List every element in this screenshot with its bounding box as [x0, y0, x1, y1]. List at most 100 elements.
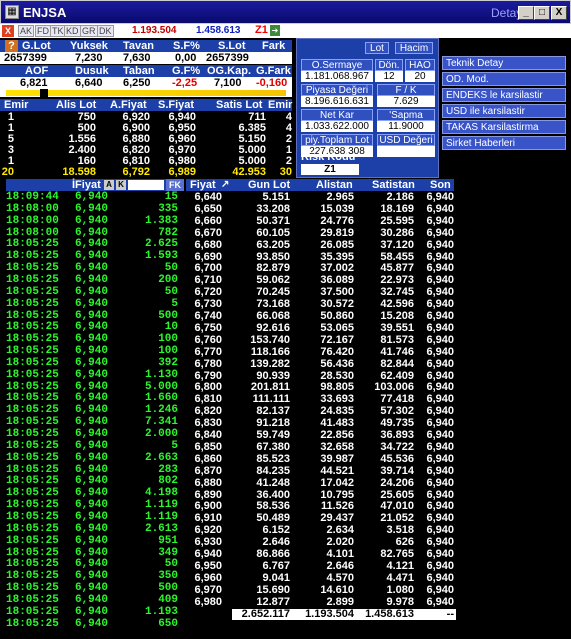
filter-input[interactable] — [128, 180, 164, 190]
depth-row[interactable]: 6,970 15.690 14.610 1.080 6,940 — [190, 584, 456, 597]
trade-row[interactable]: 18:05:25 6,940 650 — [6, 618, 182, 631]
close-button[interactable]: X — [551, 6, 567, 20]
trade-row[interactable]: 18:05:25 6,940 1.593 — [6, 251, 182, 263]
title-bar[interactable]: ▦ ENJSA Detay _ □ X — [0, 0, 571, 24]
trade-row[interactable]: 18:05:25 6,940 1.130 — [6, 369, 182, 382]
minimize-button[interactable]: _ — [518, 6, 534, 20]
depth-row[interactable]: 6,910 50.489 29.437 21.052 6,940 — [190, 513, 456, 525]
tab-fd[interactable]: FD — [35, 25, 51, 37]
depth-row[interactable]: 6,830 91.218 41.483 49.735 6,940 — [190, 418, 456, 430]
sort-a-button[interactable]: A — [104, 180, 114, 190]
depth-row[interactable]: 6,790 90.939 28.530 62.409 6,940 — [190, 370, 456, 383]
depth-row[interactable]: 6,840 59.749 22.856 36.893 6,940 — [190, 430, 456, 442]
order-book-total-row[interactable]: 20 18.598 6,792 6,989 42.953 30 — [0, 167, 292, 178]
trade-row[interactable]: 18:05:25 6,940 500 — [6, 310, 182, 323]
depth-row[interactable]: 6,980 12.877 2.899 9.978 6,940 — [190, 596, 456, 609]
depth-row[interactable]: 6,720 70.245 37.500 32.745 6,940 — [190, 287, 456, 299]
hacim-button[interactable]: Hacim — [395, 42, 433, 54]
depth-row[interactable]: 6,770 118.166 76.420 41.746 6,940 — [190, 346, 456, 359]
depth-row[interactable]: 6,850 67.380 32.658 34.722 6,940 — [190, 441, 456, 454]
trade-row[interactable]: 18:05:25 6,940 350 — [6, 571, 182, 583]
depth-row[interactable]: 6,800 201.811 98.805 103.006 6,940 — [190, 382, 456, 394]
app-icon[interactable]: ▦ — [5, 5, 19, 19]
menu-od-mod[interactable]: OD. Mod. — [442, 72, 566, 86]
trade-row[interactable]: 18:05:25 6,940 5.000 — [6, 381, 182, 394]
trade-row[interactable]: 18:05:25 6,940 100 — [6, 334, 182, 346]
depth-row[interactable]: 6,730 73.168 30.572 42.596 6,940 — [190, 299, 456, 311]
depth-row[interactable]: 6,700 82.879 37.002 45.877 6,940 — [190, 263, 456, 275]
trade-row[interactable]: 18:05:25 6,940 1.660 — [6, 393, 182, 405]
help-icon[interactable]: ? — [5, 40, 18, 52]
arrow-right-icon[interactable]: ➜ — [270, 25, 280, 36]
trade-row[interactable]: 18:05:25 6,940 2.613 — [6, 523, 182, 536]
trade-row[interactable]: 18:09:44 6,940 15 — [6, 192, 182, 204]
trade-row[interactable]: 18:05:25 6,940 951 — [6, 535, 182, 548]
depth-row[interactable]: 6,670 60.105 29.819 30.286 6,940 — [190, 227, 456, 240]
depth-row[interactable]: 6,900 58.536 11.526 47.010 6,940 — [190, 501, 456, 513]
depth-row[interactable]: 6,750 92.616 53.065 39.551 6,940 — [190, 322, 456, 335]
depth-row[interactable]: 6,650 33.208 15.039 18.169 6,940 — [190, 203, 456, 216]
tab-ak[interactable]: AK — [18, 25, 35, 37]
depth-row[interactable]: 6,870 84.235 44.521 39.714 6,940 — [190, 465, 456, 478]
menu-usd-karsilastir[interactable]: USD ile karsilastir — [442, 104, 566, 118]
fk-button[interactable]: FK — [166, 179, 184, 191]
depth-row[interactable]: 6,660 50.371 24.776 25.595 6,940 — [190, 215, 456, 228]
lot-button[interactable]: Lot — [365, 42, 389, 54]
trade-row[interactable]: 18:05:25 6,940 50 — [6, 559, 182, 571]
depth-row[interactable]: 6,880 41.248 17.042 24.206 6,940 — [190, 477, 456, 490]
depth-row[interactable]: 6,960 9.041 4.570 4.471 6,940 — [190, 572, 456, 585]
depth-row[interactable]: 6,780 139.282 56.436 82.844 6,940 — [190, 358, 456, 371]
trade-row[interactable]: 18:05:25 6,940 5 — [6, 440, 182, 453]
trade-row[interactable]: 18:05:25 6,940 4.198 — [6, 488, 182, 500]
close-icon[interactable]: X — [2, 25, 14, 37]
depth-row[interactable]: 6,890 36.400 10.795 25.605 6,940 — [190, 489, 456, 502]
depth-row[interactable]: 6,950 6.767 2.646 4.121 6,940 — [190, 560, 456, 573]
trade-row[interactable]: 18:05:25 6,940 802 — [6, 476, 182, 488]
depth-row[interactable]: 6,740 66.068 50.860 15.208 6,940 — [190, 311, 456, 323]
trade-row[interactable]: 18:05:25 6,940 1.119 — [6, 500, 182, 512]
trade-row[interactable]: 18:05:25 6,940 50 — [6, 286, 182, 299]
trade-row[interactable]: 18:05:25 6,940 50 — [6, 263, 182, 275]
trade-row[interactable]: 18:08:00 6,940 335 — [6, 203, 182, 216]
depth-row[interactable]: 6,920 6.152 2.634 3.518 6,940 — [190, 525, 456, 537]
tab-kd[interactable]: KD — [64, 25, 81, 37]
depth-row[interactable]: 6,820 82.137 24.835 57.302 6,940 — [190, 406, 456, 418]
menu-takas-karsilastirma[interactable]: TAKAS Karsilastirma — [442, 120, 566, 134]
trade-row[interactable]: 18:05:25 6,940 2.663 — [6, 452, 182, 465]
trade-row[interactable]: 18:05:25 6,940 1.193 — [6, 606, 182, 619]
depth-row[interactable]: 6,930 2.646 2.020 626 6,940 — [190, 537, 456, 549]
depth-row[interactable]: 6,760 153.740 72.167 81.573 6,940 — [190, 334, 456, 347]
depth-row[interactable]: 6,940 86.866 4.101 82.765 6,940 — [190, 549, 456, 561]
trade-row[interactable]: 18:05:25 6,940 349 — [6, 547, 182, 560]
sort-k-button[interactable]: K — [116, 180, 126, 190]
trade-row[interactable]: 18:05:25 6,940 392 — [6, 357, 182, 370]
trade-row[interactable]: 18:05:25 6,940 409 — [6, 594, 182, 607]
menu-endeks-karsilastir[interactable]: ENDEKS le karsilastir — [442, 88, 566, 102]
tab-dk[interactable]: DK — [97, 25, 114, 37]
trade-row[interactable]: 18:05:25 6,940 2.625 — [6, 239, 182, 251]
trade-row[interactable]: 18:05:25 6,940 5 — [6, 298, 182, 311]
trade-row[interactable]: 18:05:25 6,940 1.119 — [6, 511, 182, 524]
depth-row[interactable]: 6,640 5.151 2.965 2.186 6,940 — [190, 192, 456, 204]
trade-row[interactable]: 18:05:25 6,940 10 — [6, 322, 182, 334]
trade-row[interactable]: 18:05:25 6,940 100 — [6, 346, 182, 358]
trade-row[interactable]: 18:05:25 6,940 2.000 — [6, 429, 182, 441]
menu-teknik-detay[interactable]: Teknik Detay — [442, 56, 566, 70]
menu-sirket-haberleri[interactable]: Sirket Haberleri — [442, 136, 566, 150]
trade-row[interactable]: 18:05:25 6,940 200 — [6, 274, 182, 287]
tab-gr[interactable]: GR — [80, 25, 98, 37]
trade-row[interactable]: 18:05:25 6,940 283 — [6, 464, 182, 477]
depth-total-row[interactable]: 2.652.117 1.193.504 1.458.613 -- — [232, 608, 456, 620]
maximize-button[interactable]: □ — [534, 6, 550, 20]
trade-row[interactable]: 18:05:25 6,940 7.341 — [6, 417, 182, 429]
depth-row[interactable]: 6,810 111.111 33.693 77.418 6,940 — [190, 394, 456, 406]
sort-icon[interactable]: ↗ — [221, 179, 229, 191]
trade-row[interactable]: 18:08:00 6,940 1.383 — [6, 215, 182, 228]
depth-row[interactable]: 6,860 85.523 39.987 45.536 6,940 — [190, 453, 456, 466]
trade-row[interactable]: 18:05:25 6,940 1.246 — [6, 405, 182, 417]
depth-row[interactable]: 6,710 59.062 36.089 22.973 6,940 — [190, 275, 456, 287]
trade-row[interactable]: 18:05:25 6,940 500 — [6, 583, 182, 595]
trade-row[interactable]: 18:08:00 6,940 782 — [6, 227, 182, 240]
depth-row[interactable]: 6,690 93.850 35.395 58.455 6,940 — [190, 251, 456, 264]
depth-row[interactable]: 6,680 63.205 26.085 37.120 6,940 — [190, 239, 456, 252]
